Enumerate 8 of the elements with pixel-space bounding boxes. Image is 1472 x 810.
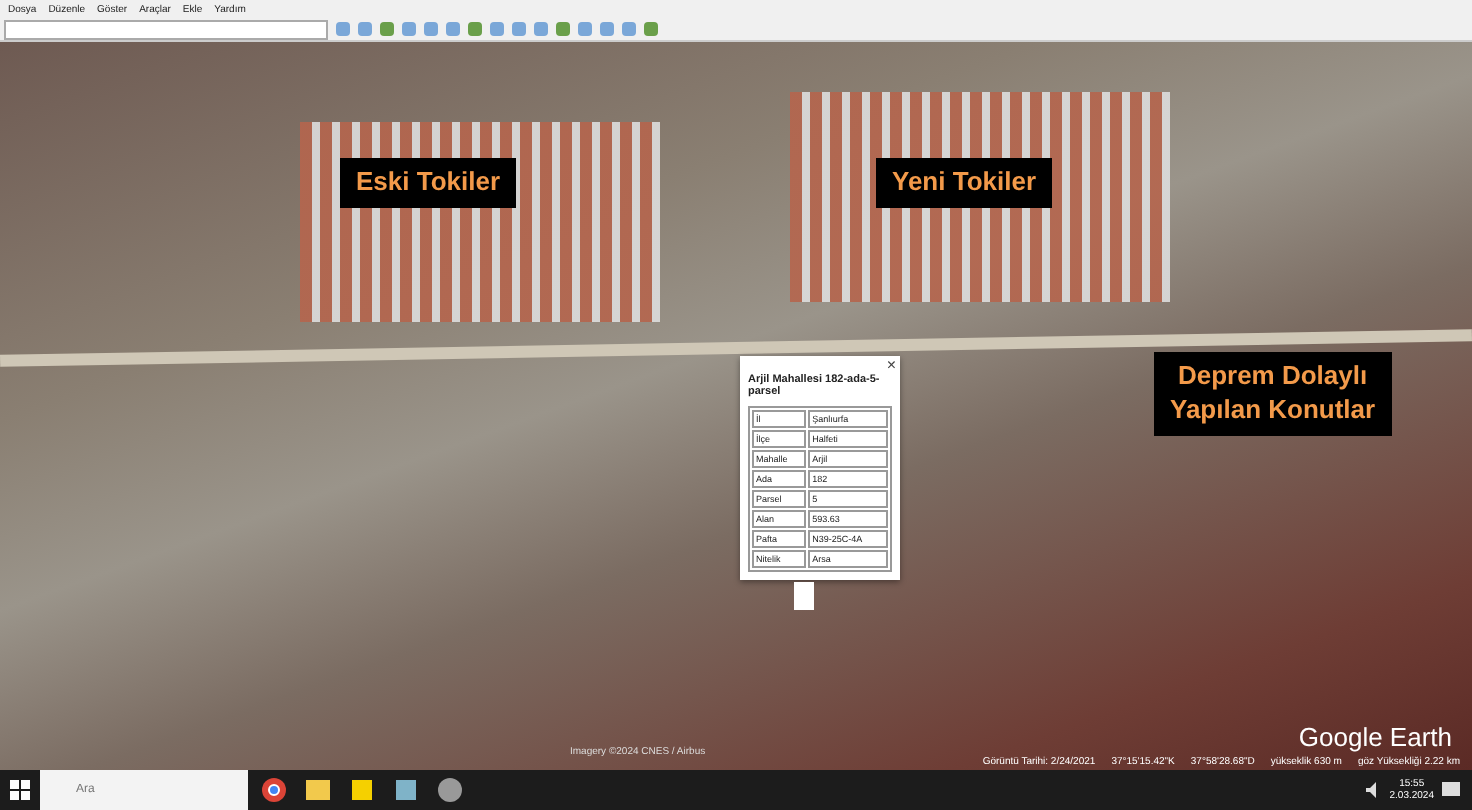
search-field[interactable] (4, 19, 328, 39)
map-label: Deprem Dolaylı Yapılan Konutlar (1154, 352, 1392, 436)
map-label: Eski Tokiler (340, 158, 517, 208)
logo-text: Google Earth (1298, 722, 1452, 752)
notification-icon[interactable] (1442, 782, 1460, 798)
speaker-icon[interactable] (1365, 782, 1382, 798)
close-button[interactable]: × (886, 356, 896, 374)
map-label: Yeni Tokiler (876, 158, 1053, 208)
